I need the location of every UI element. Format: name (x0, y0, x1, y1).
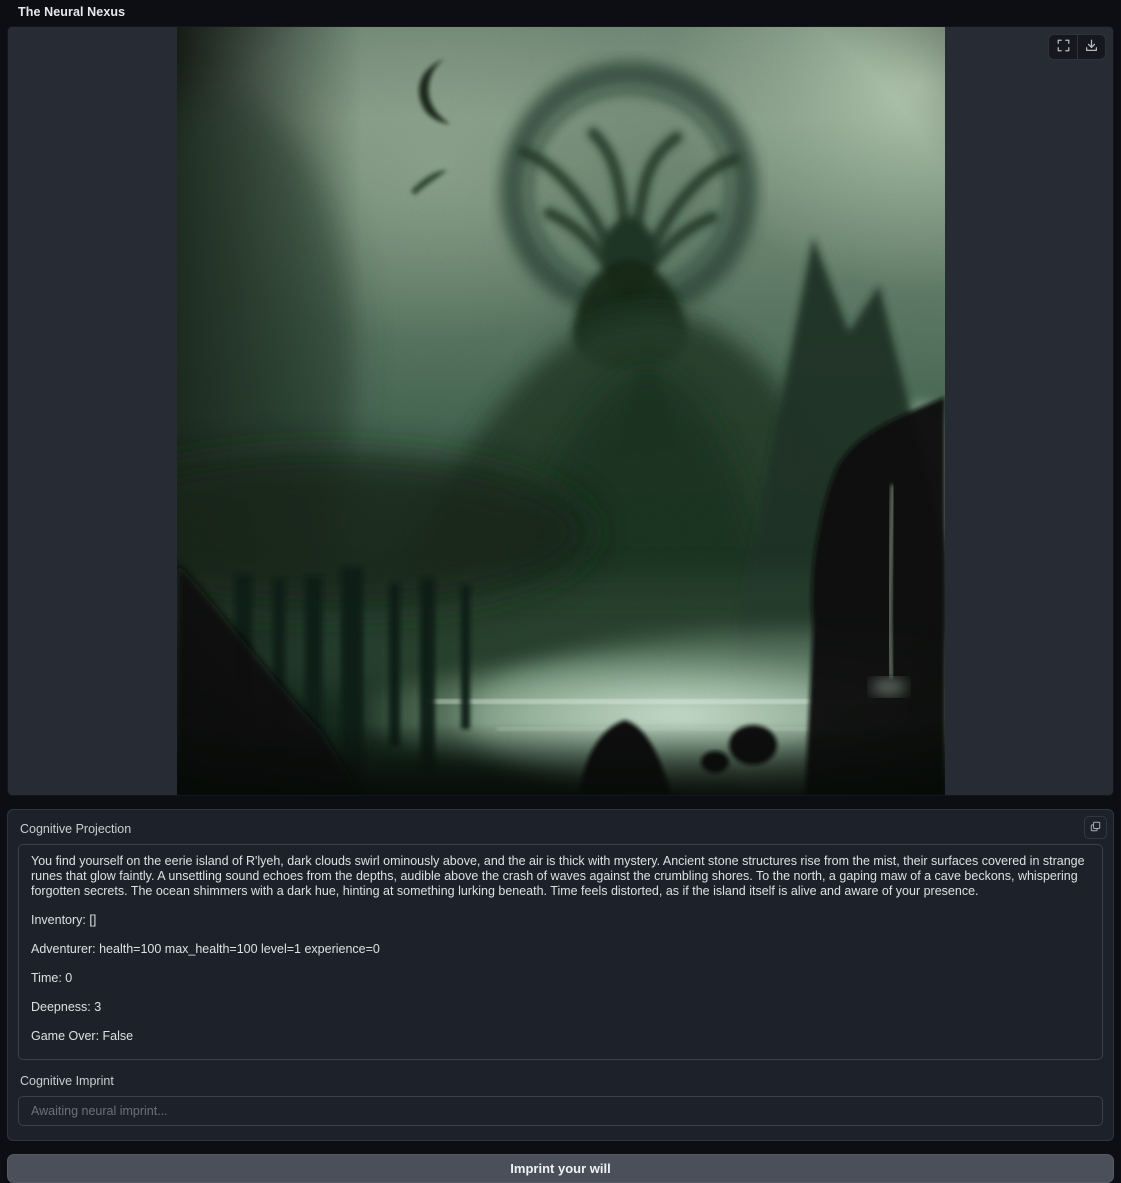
copy-button[interactable] (1084, 816, 1107, 839)
inventory-status: Inventory: [] (31, 913, 1090, 928)
game-over-status: Game Over: False (31, 1029, 1090, 1044)
imprint-submit-button[interactable]: Imprint your will (7, 1154, 1114, 1183)
imprint-input[interactable] (18, 1096, 1103, 1126)
image-toolbar (1048, 34, 1106, 60)
game-form-panel: Cognitive Projection You find yourself o… (7, 809, 1114, 1141)
projection-label: Cognitive Projection (20, 822, 1101, 836)
imprint-label: Cognitive Imprint (20, 1074, 1101, 1088)
deepness-status: Deepness: 3 (31, 1000, 1090, 1015)
projection-output-textarea[interactable]: You find yourself on the eerie island of… (18, 844, 1103, 1060)
download-button[interactable] (1077, 35, 1105, 59)
adventurer-status: Adventurer: health=100 max_health=100 le… (31, 942, 1090, 957)
fullscreen-icon (1056, 38, 1071, 56)
time-status: Time: 0 (31, 971, 1090, 986)
download-icon (1084, 38, 1099, 56)
copy-icon (1089, 820, 1102, 836)
image-viewer (7, 26, 1114, 796)
app-title: The Neural Nexus (18, 5, 1103, 19)
app-header: The Neural Nexus (0, 0, 1121, 26)
generated-scene-image (177, 27, 945, 795)
projection-story-text: You find yourself on the eerie island of… (31, 854, 1090, 899)
vignette (177, 27, 945, 795)
fullscreen-button[interactable] (1049, 35, 1077, 59)
